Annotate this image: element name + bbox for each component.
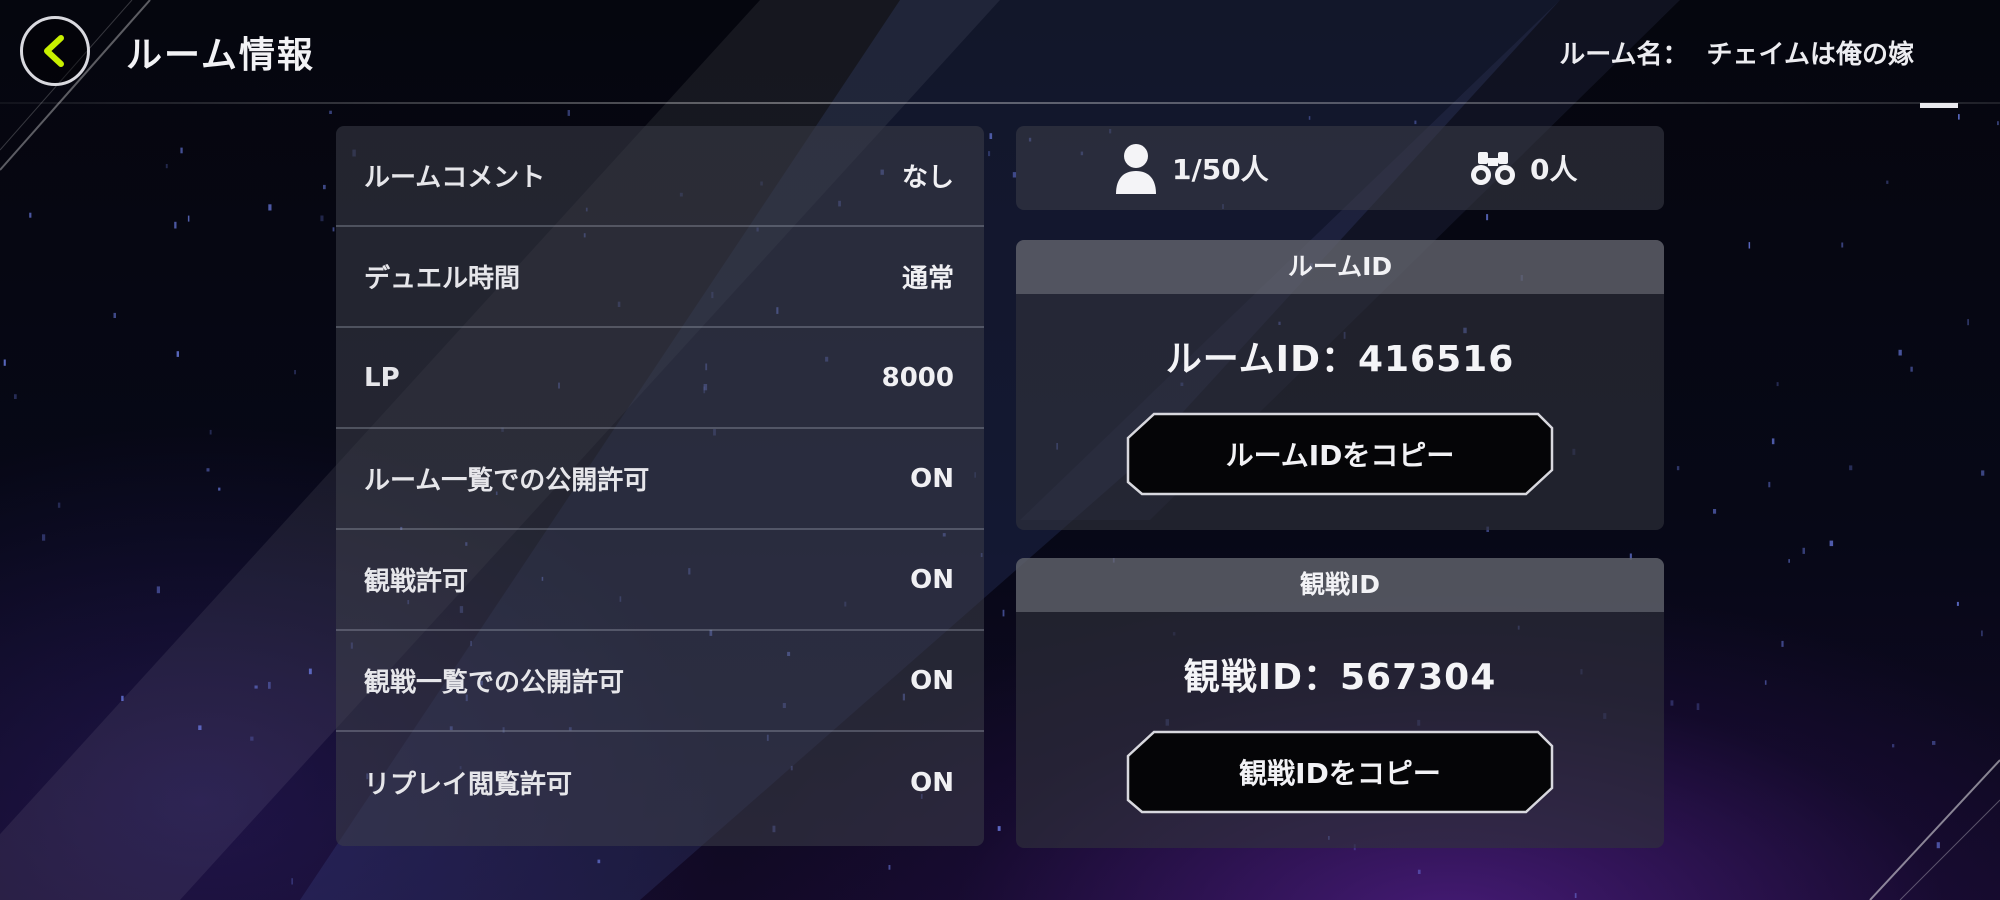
copy-room-id-label: ルームIDをコピー [1225, 439, 1455, 472]
setting-row-room-list-public: ルーム一覧での公開許可 ON [336, 429, 984, 530]
person-icon [1116, 144, 1156, 194]
setting-row-duel-time: デュエル時間 通常 [336, 227, 984, 328]
participant-counts: 1/50人 0人 [1016, 126, 1664, 210]
room-name-value: チェイムは俺の嫁 [1706, 40, 1914, 70]
copy-room-id-button[interactable]: ルームIDをコピー [1126, 412, 1554, 496]
spectate-id-card: 観戦ID 観戦ID：567304 観戦IDをコピー [1016, 558, 1664, 848]
setting-value: ON [910, 767, 954, 798]
setting-label: デュエル時間 [364, 264, 521, 294]
room-info-screen: ルーム情報 ルーム名： チェイムは俺の嫁 ルームコメント なし デュエル時間 通常… [0, 0, 2000, 900]
room-id-card: ルームID ルームID：416516 ルームIDをコピー [1016, 240, 1664, 530]
page-title: ルーム情報 [126, 35, 315, 76]
setting-row-room-comment: ルームコメント なし [336, 126, 984, 227]
setting-label: 観戦許可 [364, 567, 469, 597]
player-count: 1/50人 [1114, 142, 1269, 194]
setting-value: ON [910, 463, 954, 494]
setting-value: なし [901, 163, 954, 193]
header-accent-tick [1920, 103, 1958, 108]
room-id-display: ルームID：416516 [1165, 339, 1515, 380]
setting-label: LP [364, 362, 400, 393]
back-button[interactable] [20, 16, 90, 86]
spectator-count-text: 0人 [1530, 153, 1578, 186]
setting-label: 観戦一覧での公開許可 [364, 668, 625, 698]
setting-label: ルームコメント [364, 163, 546, 193]
setting-label: ルーム一覧での公開許可 [364, 466, 650, 496]
setting-row-spectate-allowed: 観戦許可 ON [336, 530, 984, 631]
copy-spectate-id-button[interactable]: 観戦IDをコピー [1126, 730, 1554, 814]
setting-value: 8000 [881, 362, 954, 393]
room-id-card-header: ルームID [1016, 240, 1664, 294]
room-settings-panel: ルームコメント なし デュエル時間 通常 LP 8000 ルーム一覧での公開許可… [336, 126, 984, 846]
setting-row-lp: LP 8000 [336, 328, 984, 429]
background-decoration [0, 0, 2000, 900]
header-divider [0, 102, 2000, 104]
setting-value: ON [910, 665, 954, 696]
spectate-id-display: 観戦ID：567304 [1183, 657, 1497, 698]
setting-value: 通常 [901, 264, 954, 294]
setting-label: リプレイ閲覧許可 [364, 770, 573, 800]
room-name-label: ルーム名： [1559, 40, 1689, 70]
player-count-text: 1/50人 [1172, 153, 1269, 186]
copy-spectate-id-label: 観戦IDをコピー [1239, 757, 1441, 790]
chevron-left-icon [44, 35, 64, 67]
room-name: ルーム名： チェイムは俺の嫁 [1559, 34, 1914, 71]
binoculars-icon [1471, 152, 1515, 185]
setting-row-spectate-list-public: 観戦一覧での公開許可 ON [336, 631, 984, 732]
setting-value: ON [910, 564, 954, 595]
setting-row-replay-view: リプレイ閲覧許可 ON [336, 732, 984, 833]
spectate-id-card-header: 観戦ID [1016, 558, 1664, 612]
spectator-count: 0人 [1470, 142, 1577, 194]
